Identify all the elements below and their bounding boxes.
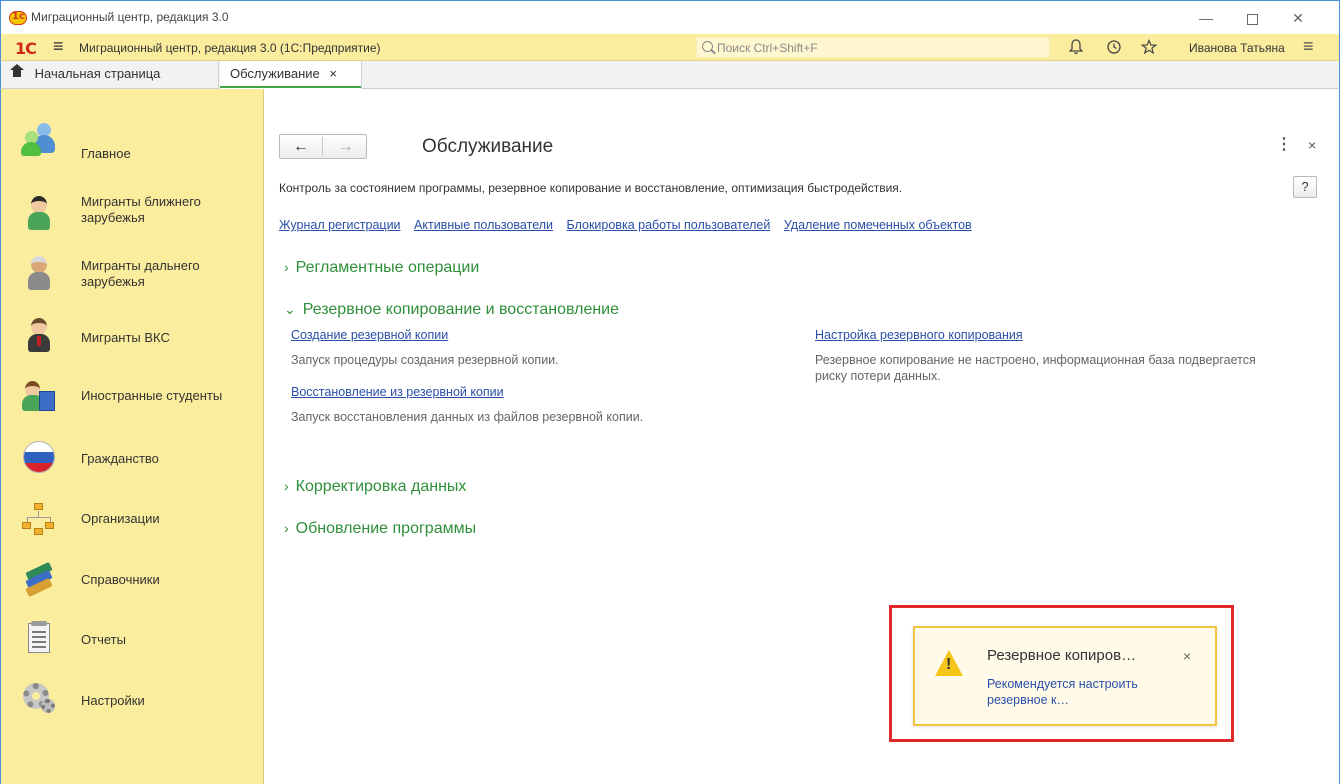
tab-home-label: Начальная страница (34, 66, 161, 81)
sidebar-item-label: Иностранные студенты (81, 388, 223, 403)
link-block-users[interactable]: Блокировка работы пользователей (567, 218, 771, 232)
chevron-down-icon: ⌄ (284, 301, 296, 317)
books-icon (21, 561, 57, 598)
chevron-right-icon: › (284, 478, 289, 494)
sidebar-item-label: Мигранты ВКС (81, 330, 170, 345)
sidebar-item-reports[interactable]: Отчеты (1, 615, 263, 665)
search-input[interactable] (717, 40, 1037, 56)
chevron-right-icon: › (284, 520, 289, 536)
sidebar-item-settings[interactable]: Настройки (1, 677, 263, 727)
user-menu-button[interactable]: ≡ (1303, 36, 1314, 57)
section-label: Обновление программы (295, 520, 477, 537)
link-active-users[interactable]: Активные пользователи (414, 218, 553, 232)
search-icon (702, 41, 713, 52)
notification-close-icon[interactable]: × (1183, 648, 1191, 664)
chevron-right-icon: › (284, 259, 289, 275)
sidebar-item-students[interactable]: Иностранные студенты (1, 371, 263, 421)
1c-logo-icon[interactable]: 1C (15, 39, 37, 58)
section-backup-restore[interactable]: ⌄ Резервное копирование и восстановление (284, 301, 619, 319)
current-user[interactable]: Иванова Татьяна (1189, 41, 1285, 55)
quick-links: Журнал регистрации Активные пользователи… (279, 218, 982, 232)
help-button[interactable]: ? (1293, 176, 1317, 198)
sidebar-item-label: Настройки (81, 693, 145, 708)
section-routine-operations[interactable]: › Регламентные операции (284, 259, 479, 277)
link-create-backup[interactable]: Создание резервной копии (291, 328, 448, 342)
migrant-far-icon (21, 255, 57, 291)
search-box[interactable] (696, 37, 1050, 58)
favorites-star-icon[interactable] (1140, 38, 1158, 59)
sidebar-item-references[interactable]: Справочники (1, 555, 263, 605)
tab-maintenance[interactable]: Обслуживание × (220, 61, 362, 89)
flag-icon (23, 441, 55, 473)
app-logo-icon (9, 11, 27, 25)
sections-sidebar: Главное Мигранты ближнего зарубежья Мигр… (0, 89, 264, 784)
close-window-button[interactable]: ✕ (1275, 5, 1321, 31)
close-form-button[interactable]: × (1308, 137, 1316, 153)
section-label: Корректировка данных (295, 478, 467, 495)
restore-backup-note: Запуск восстановления данных из файлов р… (291, 410, 644, 424)
people-icon (21, 121, 57, 157)
link-restore-backup[interactable]: Восстановление из резервной копии (291, 385, 504, 399)
create-backup-note: Запуск процедуры создания резервной копи… (291, 353, 559, 367)
home-icon (10, 64, 24, 79)
gear-icon (21, 681, 57, 717)
more-actions-button[interactable]: ⋮ (1276, 134, 1292, 154)
report-icon (21, 621, 57, 657)
back-button[interactable]: ← (280, 137, 323, 156)
sidebar-item-main[interactable]: Главное (1, 123, 263, 179)
link-backup-settings[interactable]: Настройка резервного копирования (815, 328, 1023, 342)
maximize-icon (1246, 13, 1258, 25)
sidebar-item-migrants-far[interactable]: Мигранты дальнего зарубежья (1, 249, 263, 299)
minimize-button[interactable]: — (1183, 5, 1229, 31)
maximize-button[interactable] (1229, 5, 1275, 31)
migrant-vks-icon (21, 317, 57, 353)
sidebar-item-label: Отчеты (81, 632, 126, 647)
page-title: Обслуживание (422, 136, 554, 157)
forward-button[interactable]: → (324, 137, 367, 156)
sidebar-item-migrants-vks[interactable]: Мигранты ВКС (1, 311, 263, 361)
history-icon[interactable] (1106, 39, 1122, 59)
tab-bar: Начальная страница Обслуживание × (0, 61, 1340, 89)
migrant-near-icon (21, 195, 57, 231)
sidebar-item-label: Мигранты дальнего зарубежья (81, 258, 200, 289)
backup-notification[interactable]: Резервное копиров… × Рекомендуется настр… (913, 626, 1217, 726)
warning-icon (935, 650, 963, 676)
section-data-correction[interactable]: › Корректировка данных (284, 478, 466, 496)
history-nav: ← → (279, 134, 367, 159)
tab-maintenance-label: Обслуживание (230, 66, 320, 81)
tab-home[interactable]: Начальная страница (1, 61, 219, 89)
notification-link[interactable]: Рекомендуется настроить резервное к… (987, 676, 1187, 708)
page-description: Контроль за состоянием программы, резерв… (279, 181, 903, 195)
sidebar-item-organizations[interactable]: Организации (1, 495, 263, 545)
link-delete-marked[interactable]: Удаление помеченных объектов (784, 218, 972, 232)
main-menu-button[interactable]: ≡ (53, 36, 64, 57)
window-title: Миграционный центр, редакция 3.0 (31, 10, 229, 24)
sidebar-item-citizenship[interactable]: Гражданство (1, 435, 263, 485)
org-structure-icon (21, 501, 57, 537)
section-program-update[interactable]: › Обновление программы (284, 520, 476, 538)
window-titlebar: Миграционный центр, редакция 3.0 — ✕ (0, 0, 1340, 34)
sidebar-item-label: Главное (81, 146, 131, 161)
notification-title: Резервное копиров… (987, 647, 1137, 664)
sidebar-item-label: Организации (81, 511, 160, 526)
app-title: Миграционный центр, редакция 3.0 (1С:Пре… (79, 41, 381, 55)
sidebar-item-migrants-near[interactable]: Мигранты ближнего зарубежья (1, 189, 263, 239)
notifications-bell-icon[interactable] (1068, 39, 1084, 59)
backup-settings-note: Резервное копирование не настроено, инфо… (815, 353, 1256, 383)
app-toolbar: 1C ≡ Миграционный центр, редакция 3.0 (1… (0, 34, 1340, 61)
tab-close-icon[interactable]: × (329, 66, 337, 81)
link-event-log[interactable]: Журнал регистрации (279, 218, 401, 232)
sidebar-item-label: Справочники (81, 572, 160, 587)
sidebar-item-label: Гражданство (81, 451, 159, 466)
section-label: Резервное копирование и восстановление (302, 301, 620, 318)
sidebar-item-label: Мигранты ближнего зарубежья (81, 194, 201, 225)
section-label: Регламентные операции (295, 259, 480, 276)
student-icon (21, 377, 57, 413)
